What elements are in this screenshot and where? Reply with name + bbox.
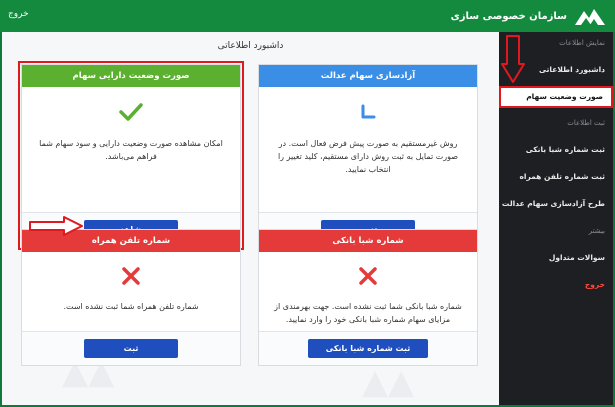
card-mobile-number: شماره تلفن همراه شماره تلفن همراه شما ثب… — [21, 229, 241, 366]
cross-icon — [122, 267, 140, 285]
sidebar-section-view: نمایش اطلاعات — [559, 39, 605, 47]
mountain-logo-icon — [575, 9, 605, 25]
brand-name: سازمان خصوصی سازی — [450, 10, 567, 22]
sidebar-item-release[interactable]: طرح آزادسازی سهام عدالت — [499, 199, 613, 208]
check-icon — [119, 103, 143, 121]
sidebar-section-register: ثبت اطلاعات — [567, 119, 605, 127]
register-phone-button[interactable]: ثبت — [84, 339, 178, 358]
card-header: صورت وضعیت دارایی سهام — [22, 65, 240, 87]
card-sheba-number: شماره شبا بانکی شماره شبا بانکی شما ثبت … — [258, 229, 478, 366]
sidebar-item-phone[interactable]: ثبت شماره تلفن همراه — [499, 172, 613, 181]
brand: سازمان خصوصی سازی — [451, 4, 607, 28]
card-header: آزادسازی سهام عدالت — [259, 65, 477, 87]
card-justice-shares-release: آزادسازی سهام عدالت روش غیرمستقیم به صور… — [258, 64, 478, 247]
card-description: شماره شبا بانکی شما ثبت نشده است. جهت به… — [274, 302, 462, 324]
card-footer: ثبت شماره شبا بانکی — [259, 331, 477, 365]
sidebar: نمایش اطلاعات داشبورد اطلاعاتی صورت وضعی… — [499, 32, 613, 405]
sidebar-item-sheba[interactable]: ثبت شماره شبا بانکی — [499, 145, 613, 154]
card-icon-area — [259, 87, 477, 137]
card-icon-area — [22, 252, 240, 300]
sidebar-item-exit[interactable]: خروج — [499, 280, 613, 289]
top-bar: خروج سازمان خصوصی سازی — [0, 0, 615, 32]
card-description: شماره تلفن همراه شما ثبت نشده است. — [63, 302, 199, 311]
watermark-icon: ▲▲ — [362, 362, 415, 402]
main-content: ▲▲ ▲▲ ▲▲ ▲▲ ▲▲ داشبورد اطلاعاتی صورت وضع… — [2, 32, 499, 405]
card-icon-area — [259, 252, 477, 300]
sidebar-section-more: بیشتر — [588, 227, 605, 235]
card-icon-area — [22, 87, 240, 137]
sidebar-item-faq[interactable]: سوالات متداول — [499, 253, 613, 262]
register-sheba-button[interactable]: ثبت شماره شبا بانکی — [308, 339, 428, 358]
sidebar-item-dashboard[interactable]: داشبورد اطلاعاتی — [499, 65, 613, 74]
cross-icon — [359, 267, 377, 285]
page-title: داشبورد اطلاعاتی — [217, 41, 284, 51]
sidebar-item-share-status[interactable]: صورت وضعیت سهام — [499, 86, 613, 108]
card-description: روش غیرمستقیم به صورت پیش فرض فعال است. … — [277, 139, 459, 174]
card-header: شماره شبا بانکی — [259, 230, 477, 252]
spinner-icon — [361, 104, 376, 119]
exit-link[interactable]: خروج — [8, 9, 29, 19]
arrow-right-icon — [29, 216, 83, 236]
card-footer: ثبت — [22, 331, 240, 365]
card-description: امکان مشاهده صورت وضعیت دارایی و سود سها… — [39, 139, 223, 161]
